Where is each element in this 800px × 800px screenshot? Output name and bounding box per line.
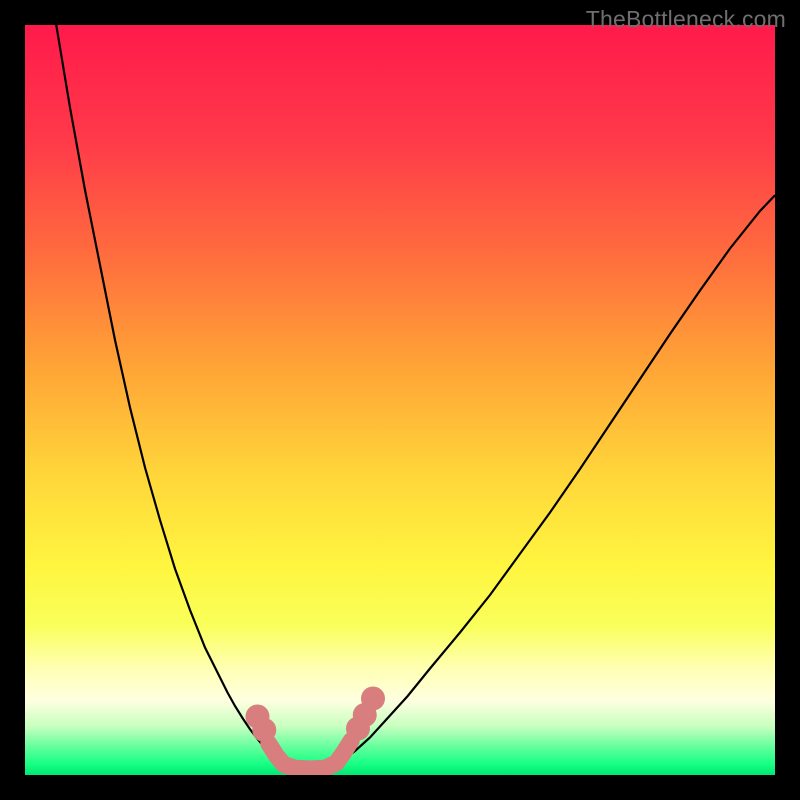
valley-worm <box>269 741 352 770</box>
chart-frame: TheBottleneck.com <box>0 0 800 800</box>
plot-area <box>25 25 775 775</box>
left-dot-2 <box>252 718 276 742</box>
left-curve <box>55 25 284 764</box>
watermark-text: TheBottleneck.com <box>586 6 786 33</box>
plot-svg <box>25 25 775 775</box>
right-dot-3 <box>361 687 385 711</box>
right-curve <box>340 195 775 762</box>
